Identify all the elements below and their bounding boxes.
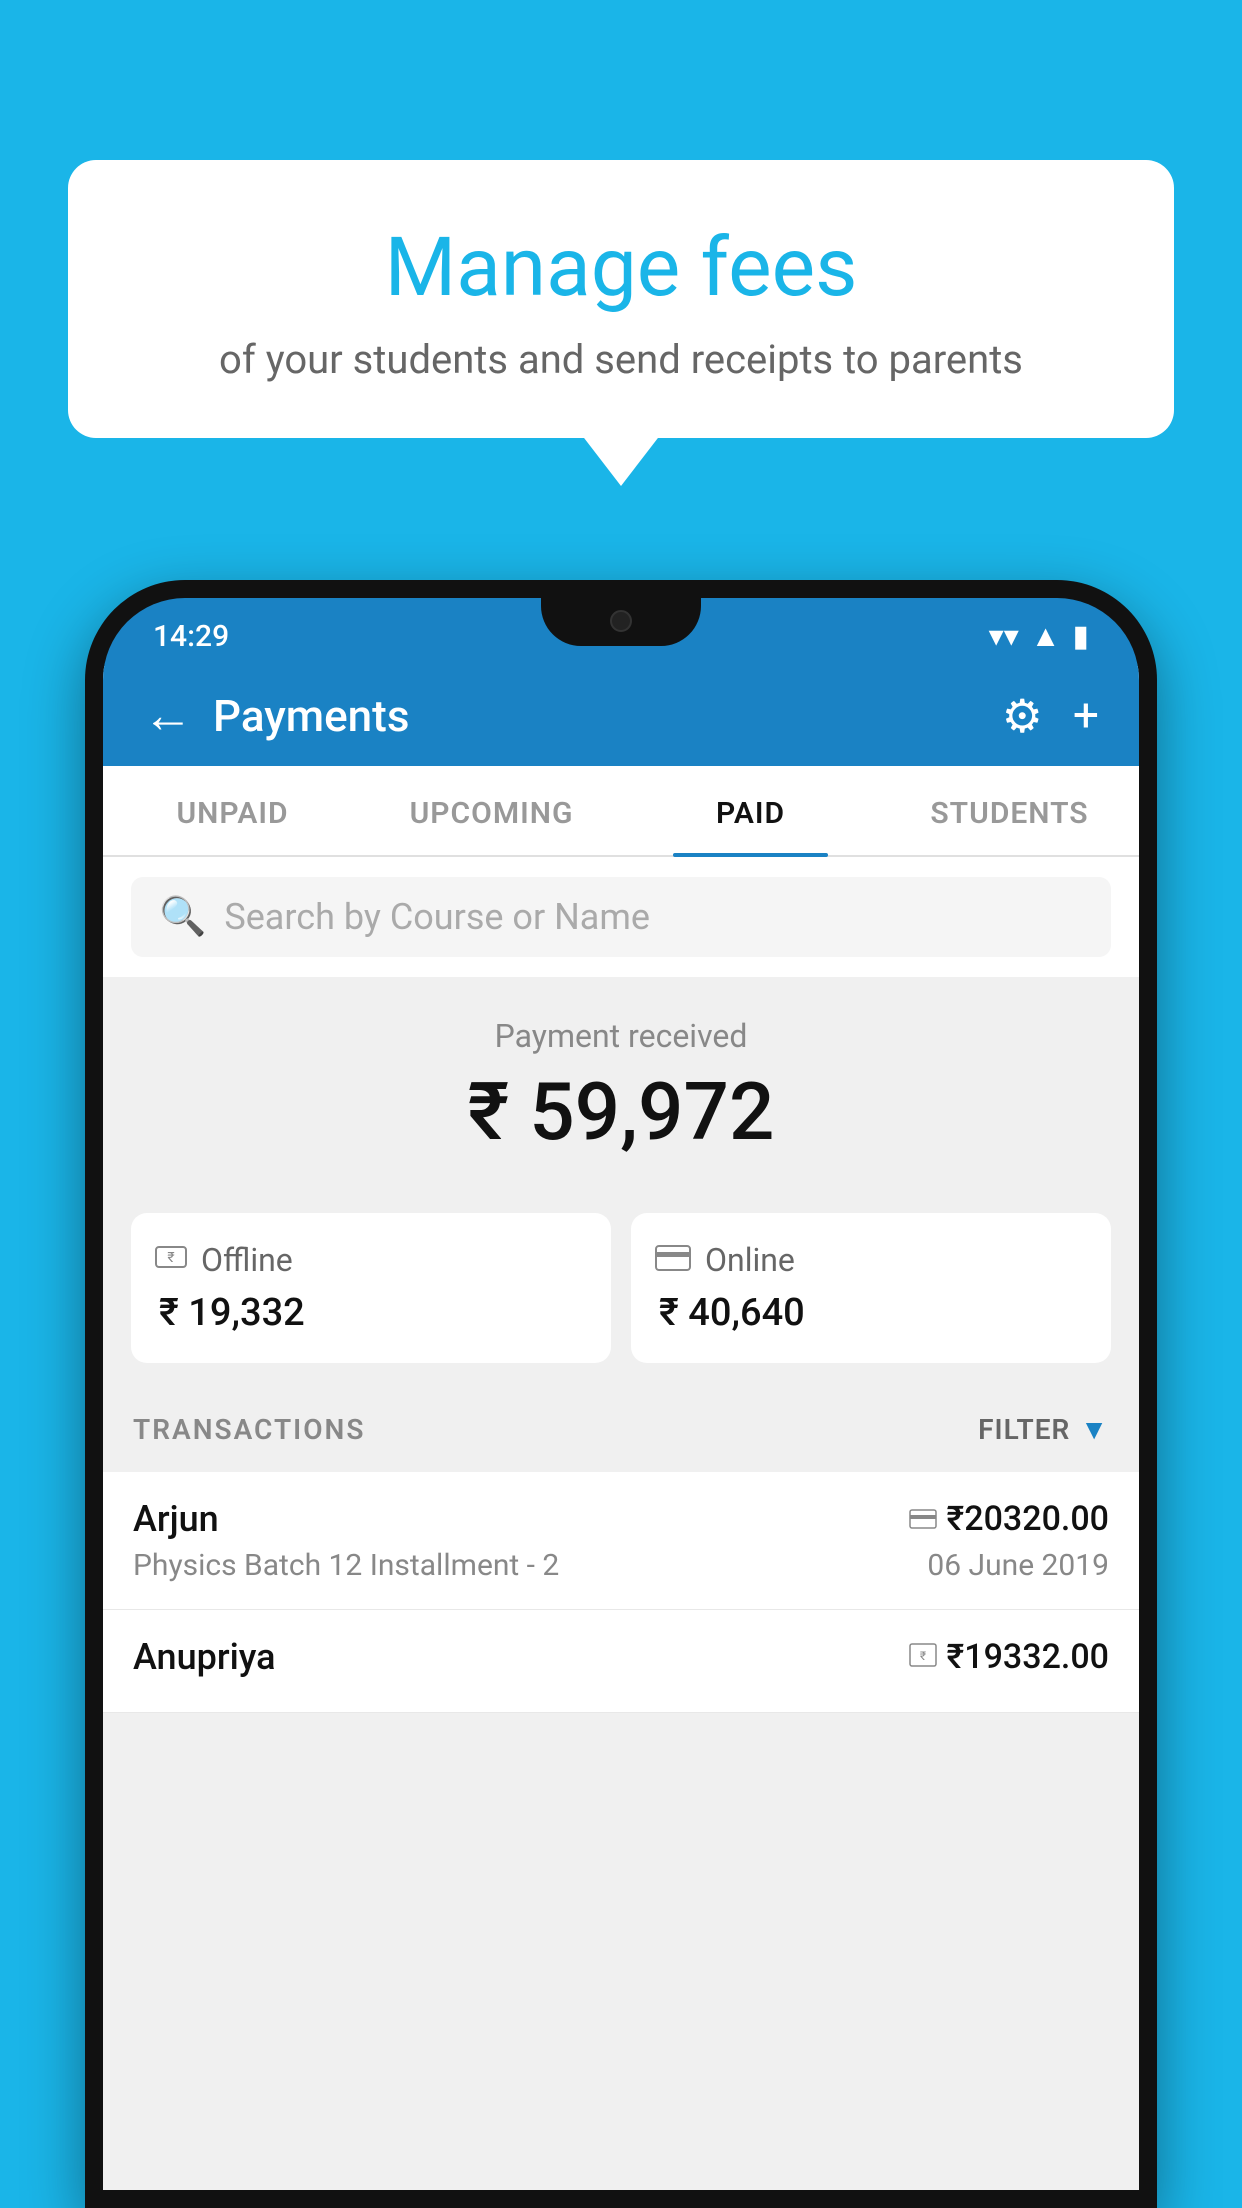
transaction-name: Arjun xyxy=(133,1498,219,1540)
tabs-bar: UNPAID UPCOMING PAID STUDENTS xyxy=(103,766,1139,857)
status-time: 14:29 xyxy=(153,619,229,654)
filter-label: FILTER xyxy=(978,1413,1070,1446)
speech-bubble: Manage fees of your students and send re… xyxy=(68,160,1174,438)
offline-label: Offline xyxy=(201,1241,293,1279)
search-icon: 🔍 xyxy=(159,895,206,939)
speech-bubble-container: Manage fees of your students and send re… xyxy=(68,160,1174,438)
notch-camera xyxy=(610,610,632,632)
header-title: Payments xyxy=(213,690,409,742)
transactions-header: TRANSACTIONS FILTER ▼ xyxy=(103,1387,1139,1472)
tab-paid[interactable]: PAID xyxy=(621,766,880,855)
offline-card-top: ₹ Offline xyxy=(155,1241,587,1279)
online-card-top: Online xyxy=(655,1241,1087,1279)
transaction-amount-wrapper: ₹20320.00 xyxy=(909,1499,1109,1539)
transaction-amount-2: ₹19332.00 xyxy=(947,1637,1109,1677)
transactions-label: TRANSACTIONS xyxy=(133,1413,365,1446)
speech-bubble-subtitle: of your students and send receipts to pa… xyxy=(128,336,1114,383)
battery-icon: ▮ xyxy=(1072,619,1089,654)
app-header: ← Payments ⚙ + xyxy=(103,666,1139,766)
transaction-row-top-2: Anupriya ₹ ₹19332.00 xyxy=(133,1636,1109,1678)
tab-upcoming[interactable]: UPCOMING xyxy=(362,766,621,855)
online-card: Online ₹ 40,640 xyxy=(631,1213,1111,1363)
svg-text:₹: ₹ xyxy=(167,1250,174,1266)
plus-icon[interactable]: + xyxy=(1073,689,1099,743)
offline-card: ₹ Offline ₹ 19,332 xyxy=(131,1213,611,1363)
transaction-row-top: Arjun ₹20320.00 xyxy=(133,1498,1109,1540)
svg-text:₹: ₹ xyxy=(919,1649,925,1663)
speech-bubble-title: Manage fees xyxy=(128,220,1114,316)
search-placeholder: Search by Course or Name xyxy=(224,896,650,938)
transaction-row[interactable]: Arjun ₹20320.00 Physics xyxy=(103,1472,1139,1610)
offline-icon: ₹ xyxy=(155,1241,187,1279)
tab-unpaid[interactable]: UNPAID xyxy=(103,766,362,855)
tab-students[interactable]: STUDENTS xyxy=(880,766,1139,855)
phone-frame: 14:29 ▾▾ ▲ ▮ ← Payments ⚙ + UNP xyxy=(85,580,1157,2208)
offline-payment-icon: ₹ xyxy=(909,1641,937,1674)
filter-icon: ▼ xyxy=(1080,1413,1109,1446)
online-amount: ₹ 40,640 xyxy=(655,1291,1087,1335)
main-content: 🔍 Search by Course or Name Payment recei… xyxy=(103,857,1139,2190)
transaction-course: Physics Batch 12 Installment - 2 xyxy=(133,1548,559,1583)
online-label: Online xyxy=(705,1241,795,1279)
online-payment-icon xyxy=(909,1503,937,1536)
offline-amount: ₹ 19,332 xyxy=(155,1291,587,1335)
transaction-amount: ₹20320.00 xyxy=(947,1499,1109,1539)
transaction-row[interactable]: Anupriya ₹ ₹19332.00 xyxy=(103,1610,1139,1713)
filter-button[interactable]: FILTER ▼ xyxy=(978,1413,1109,1446)
search-bar-wrapper: 🔍 Search by Course or Name xyxy=(103,857,1139,977)
transaction-amount-wrapper-2: ₹ ₹19332.00 xyxy=(909,1637,1109,1677)
phone-screen-content: ← Payments ⚙ + UNPAID UPCOMING PAID STUD… xyxy=(103,666,1139,2190)
gear-icon[interactable]: ⚙ xyxy=(1002,689,1043,744)
wifi-icon: ▾▾ xyxy=(989,619,1019,654)
payment-cards: ₹ Offline ₹ 19,332 xyxy=(103,1189,1139,1387)
online-icon xyxy=(655,1241,691,1279)
transaction-name-2: Anupriya xyxy=(133,1636,276,1678)
header-right: ⚙ + xyxy=(1002,689,1099,744)
payment-received-amount: ₹ 59,972 xyxy=(103,1065,1139,1159)
signal-icon: ▲ xyxy=(1031,619,1061,654)
search-bar[interactable]: 🔍 Search by Course or Name xyxy=(131,877,1111,957)
transaction-row-bottom: Physics Batch 12 Installment - 2 06 June… xyxy=(133,1548,1109,1583)
phone-notch xyxy=(541,598,701,646)
transaction-date: 06 June 2019 xyxy=(927,1548,1109,1583)
phone-inner: 14:29 ▾▾ ▲ ▮ ← Payments ⚙ + UNP xyxy=(103,598,1139,2190)
header-left: ← Payments xyxy=(143,690,409,742)
status-icons: ▾▾ ▲ ▮ xyxy=(989,619,1089,654)
payment-received-label: Payment received xyxy=(103,1017,1139,1055)
payment-received-section: Payment received ₹ 59,972 xyxy=(103,977,1139,1189)
back-button[interactable]: ← xyxy=(143,691,193,741)
